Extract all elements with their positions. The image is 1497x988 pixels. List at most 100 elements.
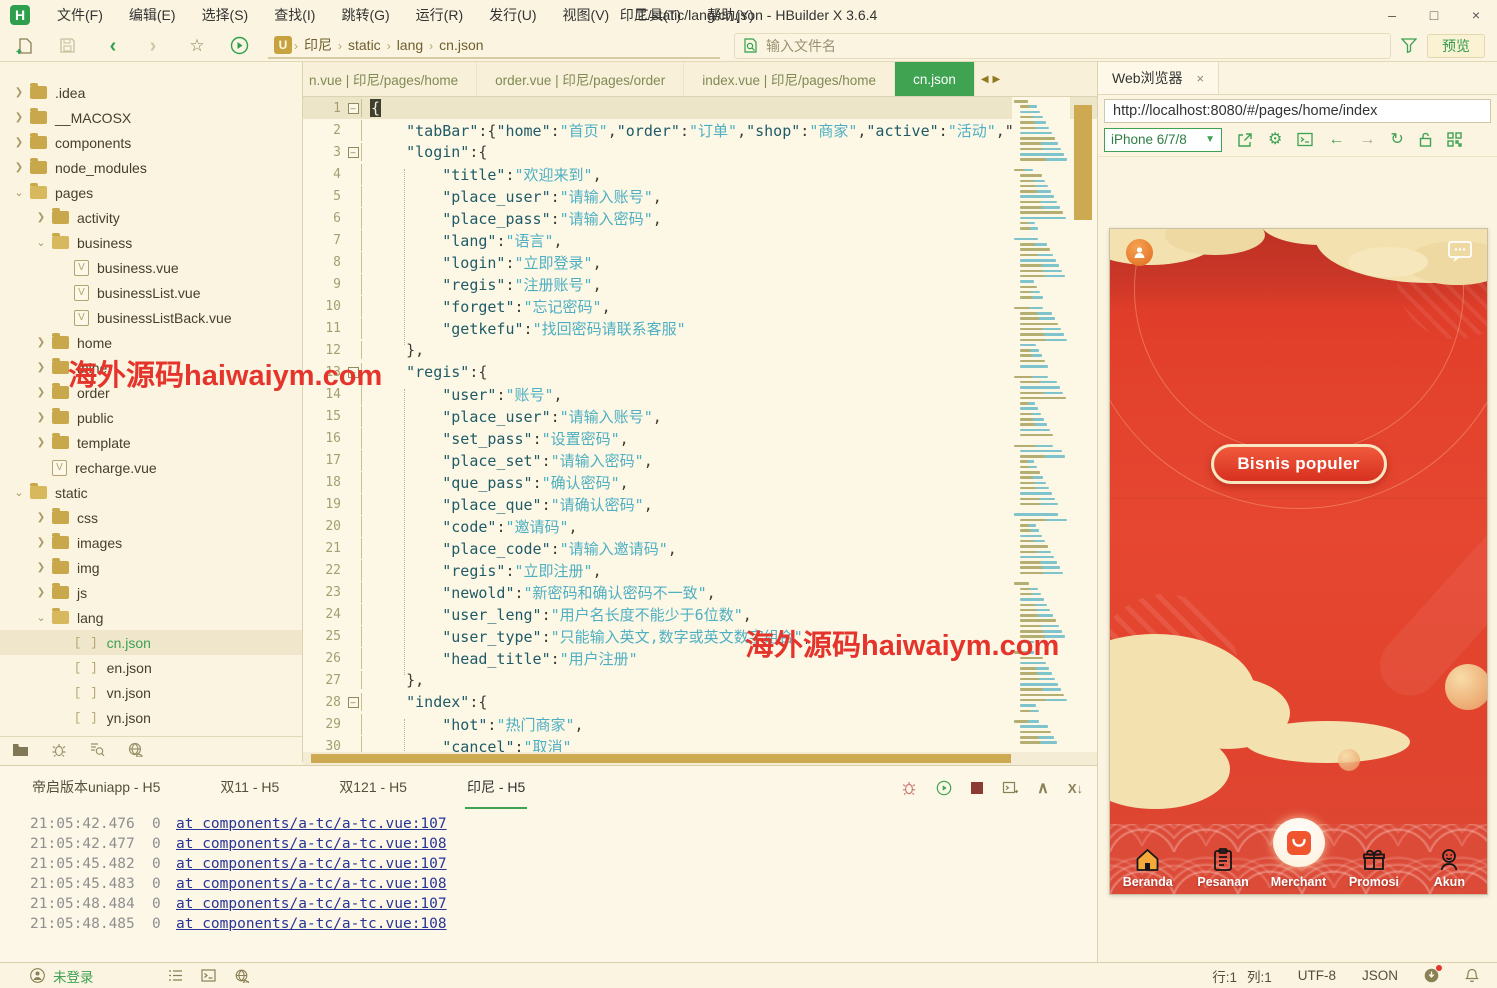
new-file-icon[interactable]: [10, 34, 40, 58]
code-line-7[interactable]: 7 "lang":"语言",: [303, 229, 1097, 251]
console-tab[interactable]: 帝启版本uniapp - H5: [30, 767, 162, 809]
login-status-label[interactable]: 未登录: [53, 966, 94, 986]
menu-item[interactable]: 文件(F): [44, 0, 116, 30]
language-server-icon[interactable]: [234, 969, 250, 983]
menu-item[interactable]: 视图(V): [550, 0, 623, 30]
tree-item-js[interactable]: ❯js: [0, 580, 302, 605]
url-bar[interactable]: http://localhost:8080/#/pages/home/index: [1104, 99, 1491, 123]
horizontal-scrollbar[interactable]: [303, 752, 1097, 765]
fold-collapse-icon[interactable]: –: [348, 103, 359, 114]
code-line-6[interactable]: 6 "place_pass":"请输入密码",: [303, 207, 1097, 229]
editor-tab-4[interactable]: cn.json: [895, 62, 975, 96]
tab-scroll-left-icon[interactable]: ◀: [981, 74, 989, 85]
menu-item[interactable]: 选择(S): [189, 0, 262, 30]
settings-gear-icon[interactable]: ⚙: [1268, 132, 1282, 148]
code-line-21[interactable]: 21 "place_code":"请输入邀请码",: [303, 537, 1097, 559]
tree-chevron-icon[interactable]: ❯: [12, 137, 26, 148]
tree-item-css[interactable]: ❯css: [0, 505, 302, 530]
menu-item[interactable]: 运行(R): [403, 0, 476, 30]
code-line-12[interactable]: 12 },: [303, 339, 1097, 361]
tree-item-cn-json[interactable]: [ ]cn.json: [0, 630, 302, 655]
code-line-5[interactable]: 5 "place_user":"请输入账号",: [303, 185, 1097, 207]
code-line-18[interactable]: 18 "que_pass":"确认密码",: [303, 471, 1097, 493]
tree-chevron-icon[interactable]: ❯: [34, 387, 48, 398]
notification-bell-icon[interactable]: [1465, 968, 1479, 983]
console-tab[interactable]: 双121 - H5: [337, 767, 409, 809]
code-line-27[interactable]: 27 },: [303, 669, 1097, 691]
run-icon[interactable]: [224, 34, 254, 58]
breadcrumb-segment[interactable]: static: [348, 37, 381, 53]
breadcrumb-segment[interactable]: lang: [397, 37, 423, 53]
tree-chevron-icon[interactable]: ❯: [34, 587, 48, 598]
tree-item-vn-json[interactable]: [ ]vn.json: [0, 680, 302, 705]
bookmark-star-icon[interactable]: ☆: [182, 34, 212, 58]
refresh-icon[interactable]: ↻: [1390, 132, 1403, 148]
code-line-10[interactable]: 10 "forget":"忘记密码",: [303, 295, 1097, 317]
open-external-icon[interactable]: [1237, 132, 1253, 148]
console-tab[interactable]: 双11 - H5: [218, 767, 281, 809]
close-console-icon[interactable]: X↓: [1068, 781, 1083, 796]
tree-chevron-icon[interactable]: ❯: [34, 362, 48, 373]
stop-icon[interactable]: [971, 782, 983, 794]
editor-tab-2[interactable]: order.vue | 印尼/pages/order: [477, 62, 684, 96]
file-search-input[interactable]: 输入文件名: [734, 33, 1391, 59]
tree-item-template[interactable]: ❯template: [0, 430, 302, 455]
tree-chevron-icon[interactable]: ❯: [34, 337, 48, 348]
back-arrow-icon[interactable]: ←: [1328, 132, 1344, 148]
message-bubble-icon[interactable]: [1447, 240, 1473, 264]
restart-run-icon[interactable]: [936, 780, 952, 796]
device-selector[interactable]: iPhone 6/7/8 ▼: [1104, 128, 1222, 152]
tree-chevron-icon[interactable]: ❯: [12, 112, 26, 123]
tree-chevron-icon[interactable]: ❯: [34, 412, 48, 423]
new-console-icon[interactable]: [1002, 780, 1018, 796]
vertical-scrollbar[interactable]: [1074, 97, 1092, 752]
debug-bug-icon[interactable]: [901, 780, 917, 796]
editor-tab-3[interactable]: index.vue | 印尼/pages/home: [684, 62, 895, 96]
code-line-22[interactable]: 22 "regis":"立即注册",: [303, 559, 1097, 581]
tree-item-components[interactable]: ❯components: [0, 130, 302, 155]
update-notification-icon[interactable]: [1424, 968, 1439, 983]
navigate-forward-icon[interactable]: ›: [138, 34, 168, 58]
nav-item-promosi[interactable]: Promosi: [1336, 824, 1411, 894]
code-line-29[interactable]: 29 "hot":"热门商家",: [303, 713, 1097, 735]
code-line-15[interactable]: 15 "place_user":"请输入账号",: [303, 405, 1097, 427]
minimize-button[interactable]: –: [1371, 0, 1413, 30]
menu-item[interactable]: 跳转(G): [328, 0, 402, 30]
tree-item-yn-json[interactable]: [ ]yn.json: [0, 705, 302, 730]
fold-collapse-icon[interactable]: –: [348, 697, 359, 708]
explorer-tab-icon[interactable]: [12, 743, 29, 757]
code-line-28[interactable]: 28– "index":{: [303, 691, 1097, 713]
app-preview-viewport[interactable]: Bisnis populer BerandaPesananMerchantPro…: [1109, 228, 1488, 895]
qr-code-icon[interactable]: [1447, 132, 1462, 147]
cloud-sync-tab-icon[interactable]: [127, 742, 144, 757]
log-source-link[interactable]: at components/a-tc/a-tc.vue:108: [176, 876, 447, 896]
encoding-indicator[interactable]: UTF-8: [1298, 968, 1336, 983]
tree-item-pages[interactable]: ⌄pages: [0, 180, 302, 205]
tree-item-businesslistback-vue[interactable]: VbusinessListBack.vue: [0, 305, 302, 330]
log-source-link[interactable]: at components/a-tc/a-tc.vue:107: [176, 896, 447, 916]
tree-item-images[interactable]: ❯images: [0, 530, 302, 555]
fold-marker[interactable]: –: [345, 103, 361, 114]
unlock-icon[interactable]: [1419, 132, 1432, 147]
account-status-icon[interactable]: [30, 968, 45, 983]
tree-item-activity[interactable]: ❯activity: [0, 205, 302, 230]
tree-chevron-icon[interactable]: ❯: [12, 162, 26, 173]
tree-item-node-modules[interactable]: ❯node_modules: [0, 155, 302, 180]
code-line-17[interactable]: 17 "place_set":"请输入密码",: [303, 449, 1097, 471]
tree-chevron-icon[interactable]: ⌄: [12, 486, 26, 499]
code-line-19[interactable]: 19 "place_que":"请确认密码",: [303, 493, 1097, 515]
code-line-8[interactable]: 8 "login":"立即登录",: [303, 251, 1097, 273]
tree-item-img[interactable]: ❯img: [0, 555, 302, 580]
tree-item-static[interactable]: ⌄static: [0, 480, 302, 505]
navigate-back-icon[interactable]: ‹: [98, 34, 128, 58]
language-mode-indicator[interactable]: JSON: [1362, 968, 1398, 983]
debug-tab-icon[interactable]: [51, 742, 67, 757]
filter-funnel-icon[interactable]: [1401, 38, 1417, 53]
code-line-14[interactable]: 14 "user":"账号",: [303, 383, 1097, 405]
tree-item-business-vue[interactable]: Vbusiness.vue: [0, 255, 302, 280]
code-line-2[interactable]: 2 "tabBar":{"home":"首页","order":"订单","sh…: [303, 119, 1097, 141]
log-source-link[interactable]: at components/a-tc/a-tc.vue:108: [176, 916, 447, 936]
maximize-button[interactable]: □: [1413, 0, 1455, 30]
fold-marker[interactable]: –: [345, 697, 361, 708]
tree-chevron-icon[interactable]: ❯: [34, 562, 48, 573]
